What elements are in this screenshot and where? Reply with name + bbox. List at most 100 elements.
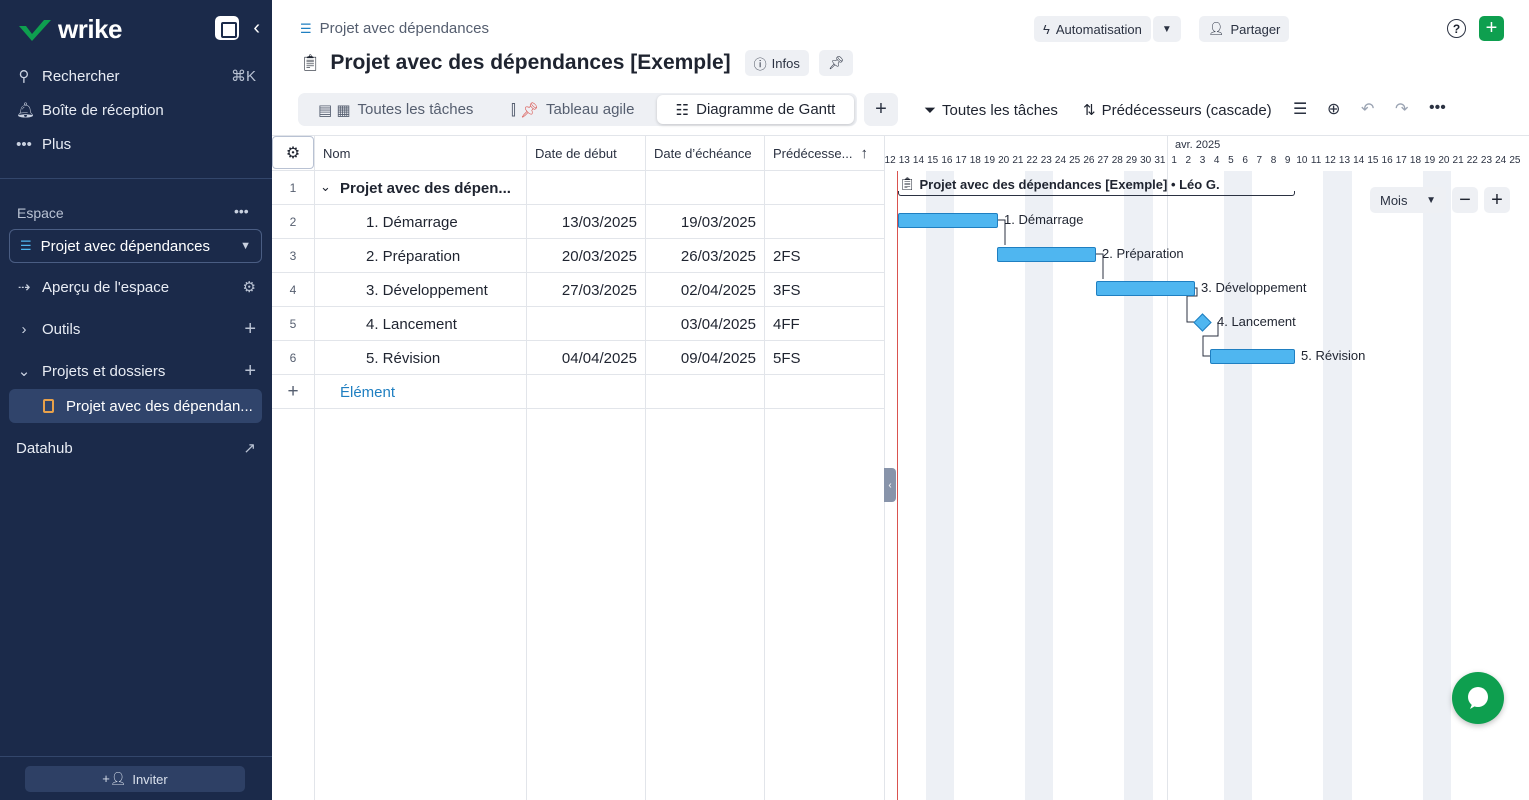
task-name[interactable]: 4. Lancement xyxy=(366,307,457,341)
chat-button[interactable] xyxy=(1452,672,1504,724)
sidebar-projects[interactable]: ⌄ Projets et dossiers + xyxy=(16,356,256,386)
create-button[interactable]: + xyxy=(1479,16,1504,41)
day-label: 22 xyxy=(1026,155,1038,166)
more-options-icon[interactable]: ••• xyxy=(1429,99,1446,117)
invite-button[interactable]: +👤︎ Inviter xyxy=(25,766,245,792)
space-selector[interactable]: ☰ Projet avec dépendances ▼ xyxy=(9,229,262,263)
filter-button[interactable]: ⏷ Toutes les tâches xyxy=(924,98,1058,122)
task-bar[interactable] xyxy=(898,213,998,228)
zoom-in-button[interactable]: + xyxy=(1484,187,1510,213)
panel-resize-handle[interactable]: ‹ xyxy=(884,468,896,502)
day-label: 9 xyxy=(1284,155,1291,166)
table-row[interactable]: 3 2. Préparation 20/03/2025 26/03/2025 2FS xyxy=(272,239,884,273)
sidebar-search[interactable]: ⚲ Rechercher ⌘K xyxy=(16,61,257,91)
breadcrumb[interactable]: ☰ Projet avec dépendances xyxy=(300,20,489,37)
task-due-date[interactable]: 02/04/2025 xyxy=(681,273,756,307)
task-name[interactable]: 1. Démarrage xyxy=(366,205,458,239)
add-tool-icon[interactable]: + xyxy=(244,318,256,341)
task-start-date[interactable]: 04/04/2025 xyxy=(562,341,637,375)
workspace-switch-icon[interactable] xyxy=(215,16,240,40)
add-project-icon[interactable]: + xyxy=(244,360,256,383)
column-header-predecessors[interactable]: Prédécesse... ↑ xyxy=(773,136,868,171)
task-due-date[interactable]: 26/03/2025 xyxy=(681,239,756,273)
day-label: 6 xyxy=(1242,155,1248,166)
milestone-diamond[interactable] xyxy=(1193,313,1212,332)
task-due-date[interactable]: 03/04/2025 xyxy=(681,307,756,341)
table-row[interactable]: 1 ⌄ Projet avec des dépen... xyxy=(272,171,884,205)
page-title-text[interactable]: Projet avec des dépendances [Exemple] xyxy=(330,51,730,75)
zoom-out-button[interactable]: − xyxy=(1452,187,1478,213)
task-due-date[interactable]: 09/04/2025 xyxy=(681,341,756,375)
space-options-icon[interactable]: ••• xyxy=(234,203,249,219)
row-number: 1 xyxy=(289,181,297,195)
tab-all-tasks[interactable]: ▤ ▦ Toutes les tâches xyxy=(318,93,473,126)
task-start-date[interactable]: 13/03/2025 xyxy=(562,205,637,239)
settings-gear-icon[interactable]: ⚙ xyxy=(243,278,256,296)
table-row[interactable]: 2 1. Démarrage 13/03/2025 19/03/2025 xyxy=(272,205,884,239)
day-label: 18 xyxy=(1409,155,1422,166)
table-row[interactable]: 4 3. Développement 27/03/2025 02/04/2025 3FS xyxy=(272,273,884,307)
task-start-date[interactable]: 27/03/2025 xyxy=(562,273,637,307)
task-predecessors[interactable]: 2FS xyxy=(773,239,801,273)
sidebar-tools[interactable]: › Outils + xyxy=(16,314,257,344)
task-predecessors[interactable]: 5FS xyxy=(773,341,801,375)
add-item-label[interactable]: Élément xyxy=(340,375,395,409)
sidebar-inbox[interactable]: 🔔︎ Boîte de réception xyxy=(16,95,256,125)
weekend-column xyxy=(1422,171,1451,800)
add-view-button[interactable]: + xyxy=(864,93,898,126)
task-name[interactable]: 2. Préparation xyxy=(366,239,460,273)
wrike-logo[interactable]: wrike xyxy=(18,14,123,45)
task-name[interactable]: 5. Révision xyxy=(366,341,440,375)
timescale-select[interactable]: Mois ▼ xyxy=(1370,187,1446,213)
pin-button[interactable]: 📌︎ xyxy=(818,50,854,76)
column-header-due[interactable]: Date d’échéance xyxy=(654,136,752,171)
help-button[interactable]: ? xyxy=(1447,19,1466,38)
sidebar-divider xyxy=(0,178,272,179)
add-item-row[interactable]: + Élément xyxy=(272,375,884,409)
day-label: 1 xyxy=(1171,155,1177,166)
sidebar-more[interactable]: ••• Plus xyxy=(16,129,256,159)
table-row[interactable]: 6 5. Révision 04/04/2025 09/04/2025 5FS xyxy=(272,341,884,375)
task-name[interactable]: 3. Développement xyxy=(366,273,488,307)
automation-group: ϟ Automatisation ▼ xyxy=(1034,16,1181,42)
tab-gantt-chart[interactable]: ☷ Diagramme de Gantt xyxy=(657,95,854,124)
undo-icon[interactable]: ↶ xyxy=(1361,99,1374,119)
column-settings-button[interactable]: ⚙ xyxy=(272,136,314,169)
day-label: 30 xyxy=(1140,155,1152,166)
tab-agile-board[interactable]: ⫿ 📌︎ Tableau agile xyxy=(511,93,634,126)
globe-icon[interactable]: ⊕ xyxy=(1327,99,1340,119)
task-start-date[interactable]: 20/03/2025 xyxy=(562,239,637,273)
task-name[interactable]: Projet avec des dépen... xyxy=(340,171,511,205)
collapse-sidebar-icon[interactable]: ‹ xyxy=(253,17,260,40)
sidebar-item-active-project[interactable]: Projet avec des dépendan... xyxy=(9,389,262,423)
share-button[interactable]: 👤︎ Partager xyxy=(1199,16,1290,42)
sidebar-space-overview[interactable]: ⇢ Aperçu de l'espace ⚙ xyxy=(16,272,256,302)
task-bar[interactable] xyxy=(1210,349,1295,364)
chevron-down-icon: ▼ xyxy=(1426,194,1436,206)
month-label: avr. 2025 xyxy=(1175,139,1221,151)
project-summary-label[interactable]: 📋︎ Projet avec des dépendances [Exemple]… xyxy=(899,176,1220,192)
predecessors-header-label: Prédécesse... xyxy=(773,146,853,161)
automation-button[interactable]: ϟ Automatisation xyxy=(1034,16,1151,42)
table-row[interactable]: 5 4. Lancement 03/04/2025 4FF xyxy=(272,307,884,341)
collapse-chevron-icon[interactable]: ⌄ xyxy=(320,179,331,195)
active-project-label: Projet avec des dépendan... xyxy=(66,397,253,415)
redo-icon[interactable]: ↷ xyxy=(1395,99,1408,119)
pin-icon: 📌︎ xyxy=(827,55,845,70)
sidebar-datahub[interactable]: Datahub ↗ xyxy=(16,433,256,463)
info-button[interactable]: ⓘ Infos xyxy=(744,50,809,76)
task-due-date[interactable]: 19/03/2025 xyxy=(681,205,756,239)
task-bar[interactable] xyxy=(1096,281,1195,296)
tools-label: Outils xyxy=(42,320,81,338)
column-header-start[interactable]: Date de début xyxy=(535,136,617,171)
task-bar-label: 4. Lancement xyxy=(1217,314,1296,329)
external-link-icon: ↗ xyxy=(243,440,256,457)
task-predecessors[interactable]: 4FF xyxy=(773,307,800,341)
column-header-name[interactable]: Nom xyxy=(323,136,350,171)
sort-button[interactable]: ⇅ Prédécesseurs (cascade) xyxy=(1083,98,1272,122)
gantt-chart: avr. 2025 12 13 14 15 16 17 18 19 20 21 22 23 24 25 26… xyxy=(884,135,1529,800)
automation-dropdown[interactable]: ▼ xyxy=(1152,16,1181,42)
task-predecessors[interactable]: 3FS xyxy=(773,273,801,307)
hierarchy-icon[interactable]: ☰ xyxy=(1293,99,1307,119)
task-bar[interactable] xyxy=(997,247,1096,262)
